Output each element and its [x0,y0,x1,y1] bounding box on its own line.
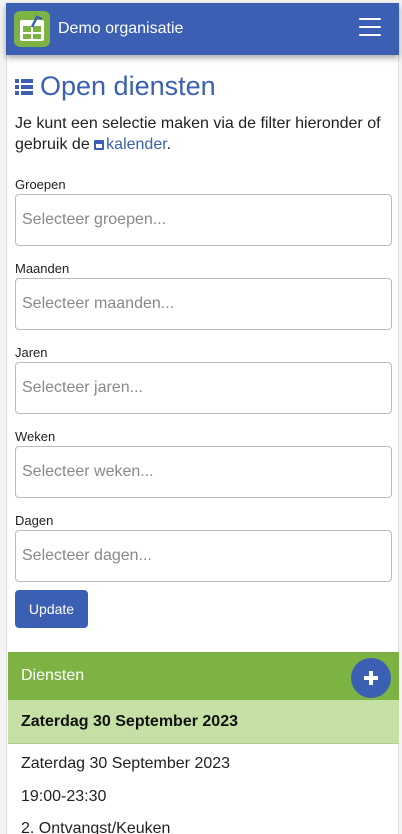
page-title: Open diensten [15,71,216,102]
groepen-placeholder: Selecteer groepen... [22,211,167,228]
calendar-icon [94,140,105,150]
dienst-group: 2. Ontvangst/Keuken [21,820,171,834]
calendar-logo-icon[interactable] [14,11,50,47]
groepen-label: Groepen [15,177,66,192]
dagen-select[interactable]: Selecteer dagen... [15,530,392,582]
list-icon [15,78,33,95]
weken-placeholder: Selecteer weken... [22,463,154,480]
maanden-select[interactable]: Selecteer maanden... [15,278,392,330]
top-navbar: Demo organisatie [6,3,399,55]
update-button[interactable]: Update [15,590,88,628]
intro-text: Je kunt een selectie maken via de filter… [15,113,385,155]
jaren-select[interactable]: Selecteer jaren... [15,362,392,414]
diensten-header: Diensten [8,652,399,700]
add-dienst-button[interactable] [351,658,391,698]
plus-icon [364,671,378,685]
weken-select[interactable]: Selecteer weken... [15,446,392,498]
date-group-heading: Zaterdag 30 September 2023 [8,700,399,744]
jaren-label: Jaren [15,345,48,360]
brand-name[interactable]: Demo organisatie [58,20,183,38]
jaren-placeholder: Selecteer jaren... [22,379,143,396]
dagen-label: Dagen [15,513,54,528]
dienst-time: 19:00-23:30 [21,788,107,805]
maanden-placeholder: Selecteer maanden... [22,295,175,312]
maanden-label: Maanden [15,261,70,276]
weken-label: Weken [15,429,56,444]
intro-sentence: Je kunt een selectie maken via de filter… [15,115,381,153]
page-title-text: Open diensten [40,71,216,101]
intro-end: . [166,136,172,153]
calendar-link[interactable]: kalender [106,136,167,153]
hamburger-icon[interactable] [359,18,381,36]
diensten-title: Diensten [21,667,85,684]
main-card: Open diensten Je kunt een selectie maken… [6,55,399,834]
dagen-placeholder: Selecteer dagen... [22,547,152,564]
dienst-date: Zaterdag 30 September 2023 [21,755,231,772]
groepen-select[interactable]: Selecteer groepen... [15,194,392,246]
